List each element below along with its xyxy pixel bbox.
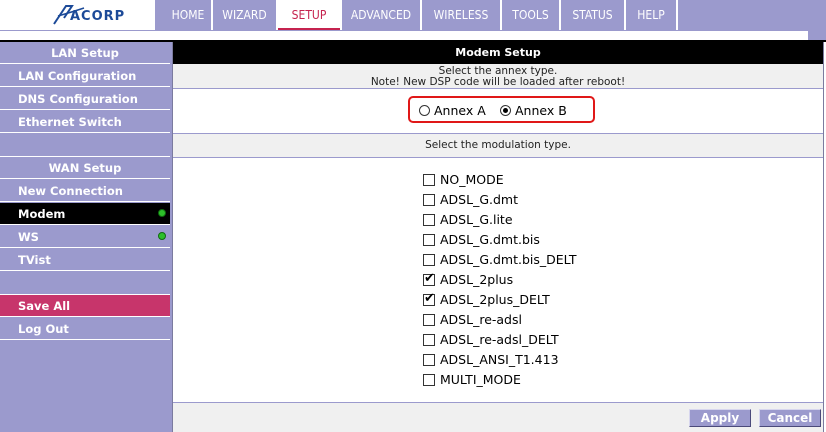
annex-a-radio[interactable]	[419, 105, 430, 116]
checkbox-checked[interactable]	[423, 271, 435, 287]
modulation-prompt: Select the modulation type.	[425, 139, 571, 151]
checkbox[interactable]	[423, 234, 435, 246]
annex-b-radio[interactable]	[500, 105, 511, 116]
checkbox-label: ADSL_re-adsl_DELT	[440, 332, 559, 347]
sidebar-item-ethernet-switch[interactable]: Ethernet Switch	[0, 111, 170, 133]
checkbox[interactable]	[423, 254, 435, 266]
checkbox-label: NO_MODE	[440, 172, 504, 187]
logo-text: ACORP	[70, 9, 126, 24]
checkbox[interactable]	[423, 214, 435, 226]
sidebar-spacer	[0, 272, 170, 295]
sidebar-item-modem[interactable]: Modem	[0, 203, 170, 225]
checkbox[interactable]	[423, 374, 435, 386]
checkbox[interactable]	[423, 174, 435, 186]
nav-separator	[676, 0, 678, 30]
checkbox-label: ADSL_G.lite	[440, 212, 513, 227]
nav-wizard[interactable]: WIZARD	[213, 0, 276, 30]
cancel-button[interactable]: Cancel	[759, 409, 821, 427]
log-out-button[interactable]: Log Out	[0, 318, 170, 340]
nav-help[interactable]: HELP	[626, 0, 676, 30]
nav-advanced[interactable]: ADVANCED	[342, 0, 420, 30]
top-navigation-bar: ACORP HOME WIZARD SETUP ADVANCED WIRELES…	[0, 0, 826, 30]
checkbox[interactable]	[423, 314, 435, 326]
sidebar: LAN Setup LAN Configuration DNS Configur…	[0, 42, 172, 432]
sidebar-header-lan: LAN Setup	[0, 42, 170, 64]
status-dot-icon	[158, 209, 166, 217]
modulation-prompt-section: Select the modulation type.	[173, 134, 823, 158]
checkbox-checked[interactable]	[423, 291, 435, 307]
sidebar-header-wan: WAN Setup	[0, 157, 170, 179]
checkbox-label: ADSL_ANSI_T1.413	[440, 352, 559, 367]
page-title: Modem Setup	[173, 42, 823, 64]
checkbox-label: ADSL_G.dmt.bis	[440, 232, 540, 247]
nav-home[interactable]: HOME	[157, 0, 219, 30]
checkbox-label: ADSL_2plus	[440, 272, 514, 287]
sidebar-spacer	[0, 134, 170, 157]
nav-tools[interactable]: TOOLS	[502, 0, 559, 30]
annex-a-label: Annex A	[434, 103, 486, 118]
checkbox-label: ADSL_G.dmt.bis_DELT	[440, 252, 577, 267]
annex-options-section: Annex A Annex B	[173, 89, 823, 134]
modulation-options-section: NO_MODE ADSL_G.dmt ADSL_G.lite ADSL_G.dm…	[173, 158, 823, 403]
sidebar-item-lan-configuration[interactable]: LAN Configuration	[0, 65, 170, 87]
checkbox[interactable]	[423, 334, 435, 346]
sidebar-item-new-connection[interactable]: New Connection	[0, 180, 170, 202]
annex-highlight-box: Annex A Annex B	[408, 96, 595, 123]
main-panel: Modem Setup Select the annex type. Note!…	[172, 42, 824, 432]
nav-setup[interactable]: SETUP	[278, 0, 340, 30]
sidebar-item-tvist[interactable]: TVist	[0, 249, 170, 271]
sidebar-item-label: Modem	[18, 207, 66, 221]
annex-b-label: Annex B	[515, 103, 567, 118]
status-dot-icon	[158, 232, 166, 240]
checkbox-label: ADSL_2plus_DELT	[440, 292, 550, 307]
nav-status[interactable]: STATUS	[561, 0, 624, 30]
apply-button[interactable]: Apply	[689, 409, 751, 427]
annex-note: Note! New DSP code will be loaded after …	[370, 76, 626, 88]
acorp-logo: ACORP	[52, 4, 124, 26]
save-all-button[interactable]: Save All	[0, 295, 170, 317]
sidebar-item-label: WS	[18, 230, 39, 244]
sidebar-item-dns-configuration[interactable]: DNS Configuration	[0, 88, 170, 110]
checkbox-label: MULTI_MODE	[440, 372, 521, 387]
annex-prompt-section: Select the annex type. Note! New DSP cod…	[173, 64, 823, 89]
checkbox-label: ADSL_re-adsl	[440, 312, 522, 327]
nav-wireless[interactable]: WIRELESS	[422, 0, 500, 30]
checkbox[interactable]	[423, 194, 435, 206]
checkbox[interactable]	[423, 354, 435, 366]
logo-cell: ACORP	[0, 0, 155, 30]
checkbox-label: ADSL_G.dmt	[440, 192, 518, 207]
sidebar-item-ws[interactable]: WS	[0, 226, 170, 248]
